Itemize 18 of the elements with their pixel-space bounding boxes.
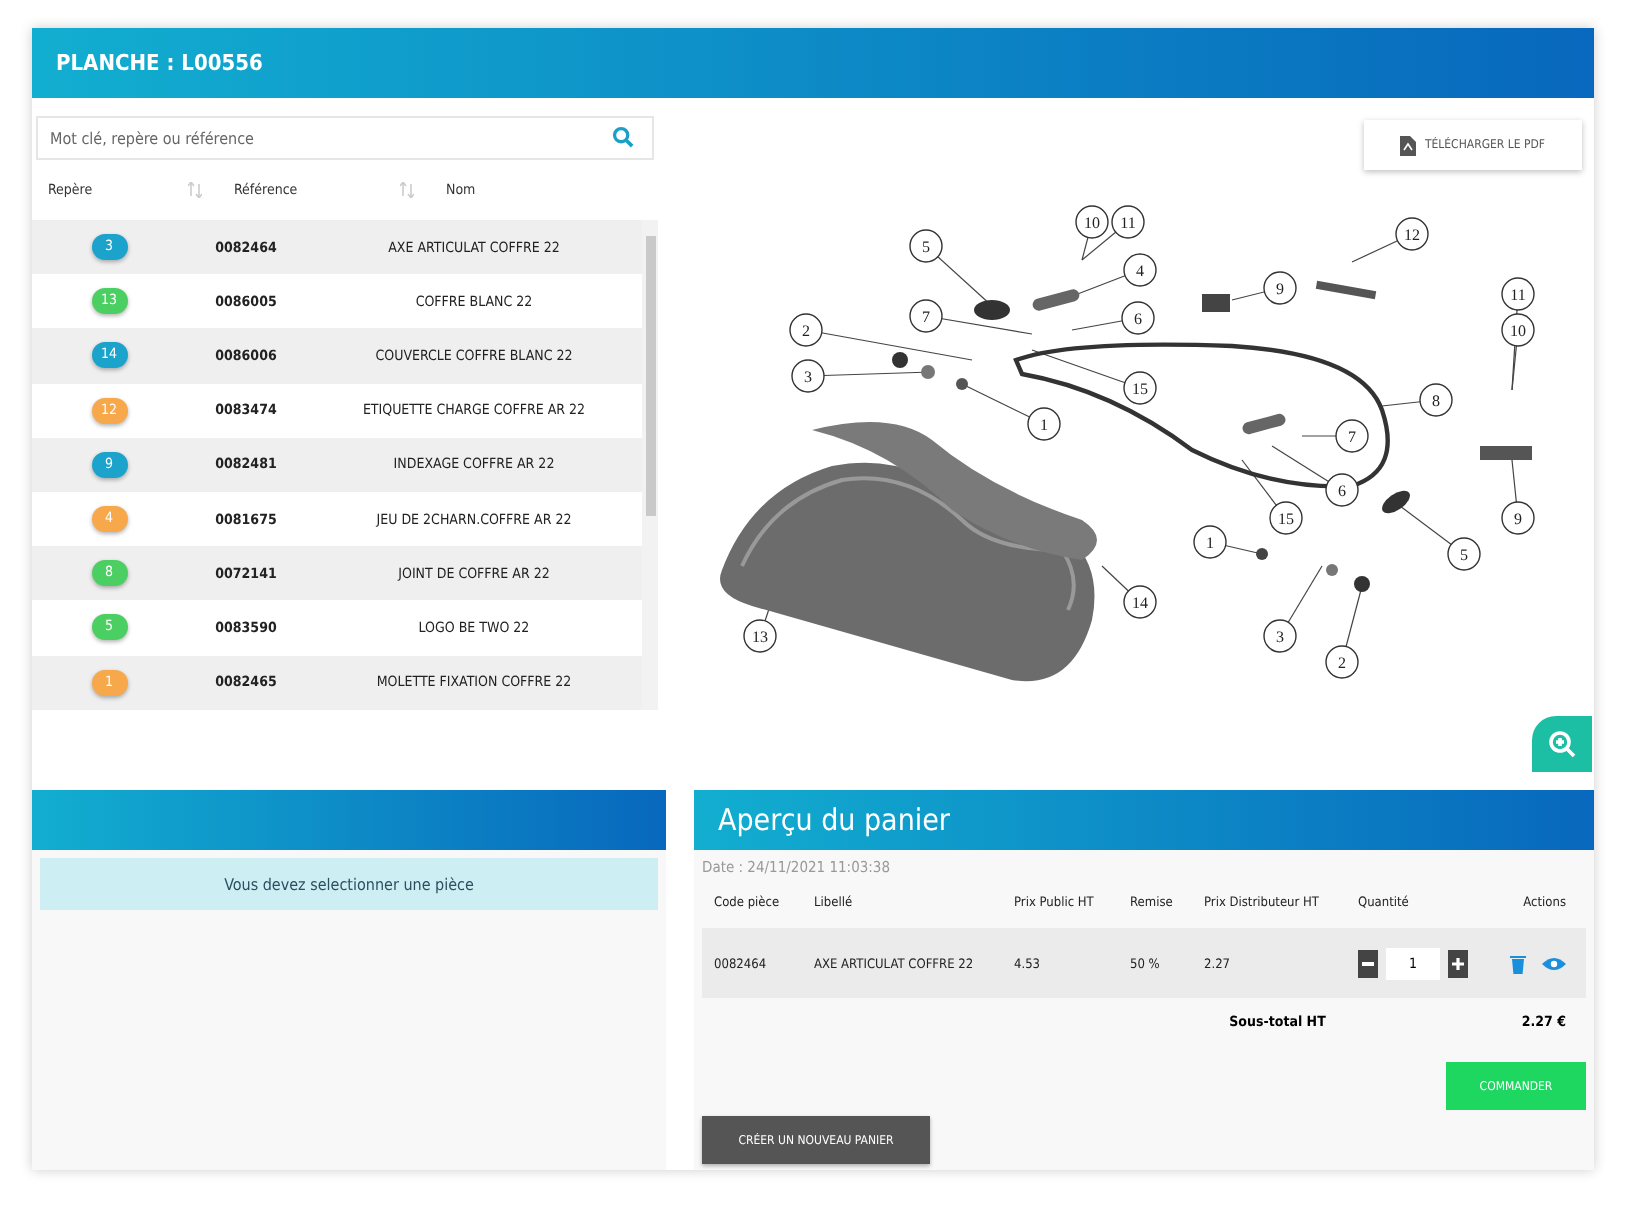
exploded-parts-drawing: 10 11 12 5 4 9 11 7 6 2 10 3 15 8 1 7 6 15 9 1 5 14 13 3 2: [720, 205, 1535, 682]
scrollbar[interactable]: [642, 220, 658, 710]
increase-button[interactable]: [1448, 949, 1468, 977]
search-icon: [612, 126, 634, 148]
pdf-file-icon: [1400, 135, 1417, 155]
eye-icon[interactable]: [1542, 955, 1566, 971]
zoom-in-icon: [1548, 730, 1576, 758]
minus-icon: [1362, 961, 1374, 965]
sort-icon[interactable]: [400, 182, 414, 198]
page-title: PLANCHE : L00556: [56, 50, 263, 76]
decrease-button[interactable]: [1358, 949, 1378, 977]
sort-icon[interactable]: [188, 182, 202, 198]
info-alert: Vous devez selectionner une pièce: [40, 858, 658, 910]
plus-icon: [1452, 957, 1464, 969]
trash-icon[interactable]: [1510, 953, 1526, 973]
search-field[interactable]: Mot clé, repère ou référence: [36, 116, 654, 160]
cart-title: Aperçu du panier: [718, 802, 950, 838]
zoom-in-button[interactable]: [1532, 716, 1592, 772]
